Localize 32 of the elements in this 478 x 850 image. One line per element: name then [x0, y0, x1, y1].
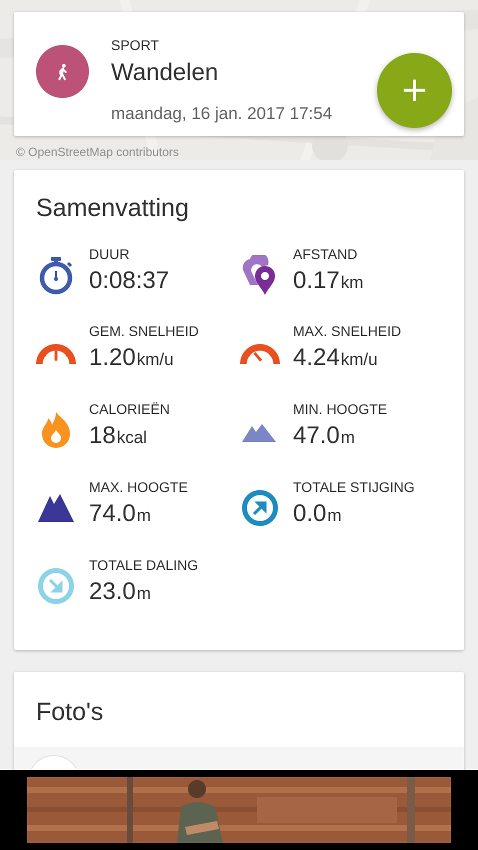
stat-label: MAX. HOOGTE	[89, 478, 188, 494]
stat-unit: m	[136, 584, 151, 602]
stat-label: CALORIEËN	[89, 400, 170, 416]
stat-label: AFSTAND	[293, 246, 358, 262]
sport-name: Wandelen	[111, 59, 220, 87]
stat-label: TOTALE DALING	[89, 556, 198, 572]
card-title: Foto's	[35, 698, 104, 727]
stat-value: 23.0	[89, 578, 136, 604]
stat-value: 74.0	[89, 500, 136, 526]
stat-unit: km	[340, 272, 364, 292]
map-attribution: © OpenStreetMap contributors	[16, 145, 179, 159]
stat-value: 18	[89, 422, 116, 448]
activity-datetime: maandag, 16 jan. 2017 17:54	[111, 104, 332, 124]
stat-label: GEM. SNELHEID	[89, 323, 199, 339]
stat-value: 0.17	[293, 266, 340, 294]
sport-label: SPORT	[111, 37, 160, 53]
stat-unit: km/u	[136, 350, 174, 369]
stat-value: 4.24	[293, 344, 340, 371]
card-title: Samenvatting	[36, 194, 190, 223]
stat-label: MAX. SNELHEID	[293, 323, 402, 339]
stat-value: 0:08:37	[89, 266, 170, 294]
stat-unit: m	[340, 428, 355, 446]
stat-unit: m	[136, 506, 151, 524]
stat-value: 47.0	[293, 422, 340, 448]
stat-value: 1.20	[89, 344, 136, 371]
stat-label: TOTALE STIJGING	[293, 478, 415, 494]
stat-value: 0.0	[293, 500, 326, 526]
stat-label: DUUR	[89, 246, 130, 262]
stat-unit: km/u	[340, 350, 378, 369]
stat-unit: m	[327, 506, 342, 524]
stat-label: MIN. HOOGTE	[293, 400, 388, 416]
stat-unit: kcal	[116, 428, 147, 446]
